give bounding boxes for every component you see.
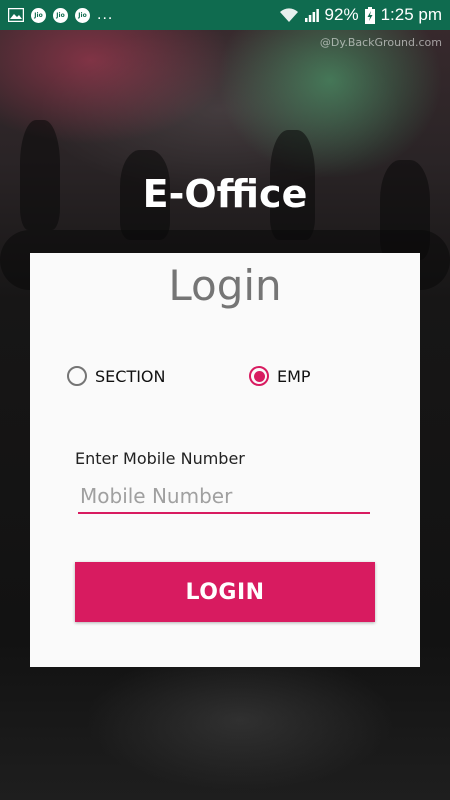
- mobile-number-label: Enter Mobile Number: [75, 449, 245, 468]
- jio-icon: Jio: [31, 7, 46, 23]
- image-icon: [8, 8, 24, 22]
- login-screen: Jio Jio Jio ... 92% 1:25 pm @Dy.BackGrou…: [0, 0, 450, 800]
- radio-emp[interactable]: EMP: [249, 366, 311, 386]
- login-card: Login SECTION EMP Enter Mobile Number LO…: [30, 253, 420, 667]
- radio-section-label: SECTION: [95, 366, 166, 386]
- system-status: 92% 1:25 pm: [279, 5, 442, 25]
- battery-charging-icon: [364, 6, 375, 24]
- notification-icons: Jio Jio Jio ...: [8, 6, 113, 24]
- radio-section[interactable]: SECTION: [67, 366, 166, 386]
- battery-percent: 92%: [324, 5, 359, 24]
- mobile-number-input[interactable]: [78, 480, 370, 514]
- jio-icon: Jio: [75, 7, 90, 23]
- login-button[interactable]: LOGIN: [75, 562, 375, 622]
- radio-emp-label: EMP: [277, 366, 311, 386]
- login-title: Login: [168, 261, 282, 310]
- more-notifications-indicator: ...: [97, 6, 114, 23]
- clock: 1:25 pm: [380, 5, 442, 24]
- watermark: @Dy.BackGround.com: [319, 36, 442, 49]
- app-title: E-Office: [142, 172, 308, 216]
- radio-unchecked-icon[interactable]: [67, 366, 87, 386]
- signal-icon: [304, 8, 319, 22]
- radio-checked-icon[interactable]: [249, 366, 269, 386]
- wifi-icon: [279, 7, 299, 23]
- jio-icon: Jio: [53, 7, 68, 23]
- status-bar: Jio Jio Jio ... 92% 1:25 pm: [0, 0, 450, 30]
